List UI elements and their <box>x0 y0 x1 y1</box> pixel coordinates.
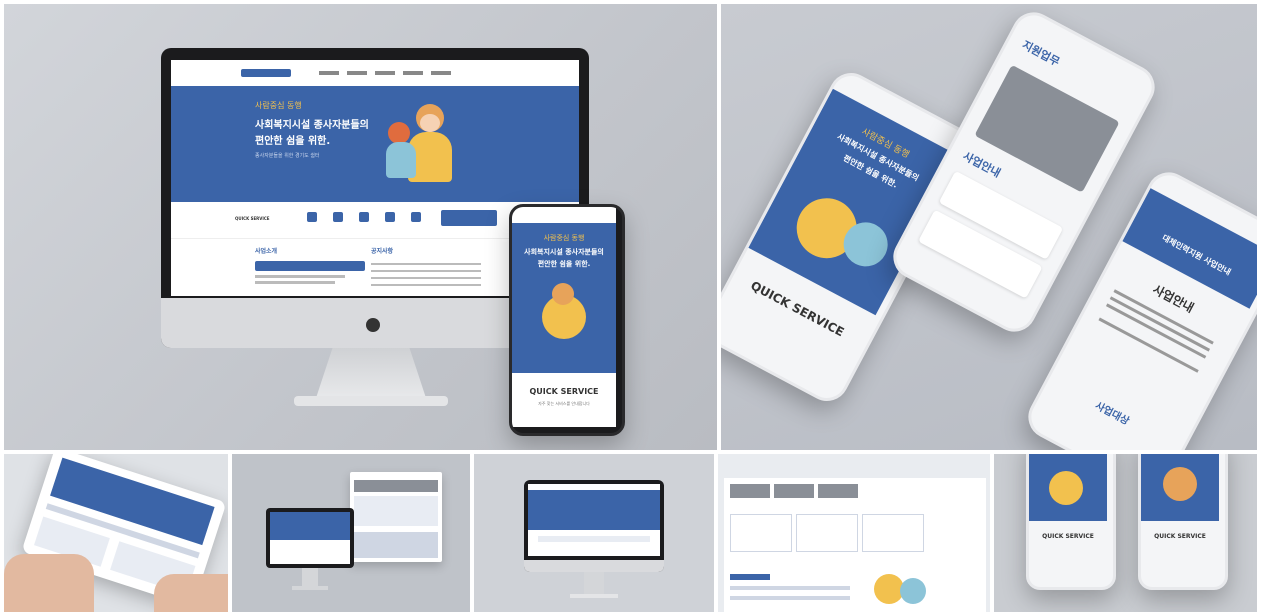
hero-banner: 사람중심 동행 사회복지시설 종사자분들의 편안한 쉼을 위한. 종사자분들을 … <box>171 86 579 202</box>
mockup-desktop-panel: 사람중심 동행 사회복지시설 종사자분들의 편안한 쉼을 위한. 종사자분들을 … <box>4 4 717 450</box>
nav-item[interactable] <box>403 71 423 75</box>
nav-item[interactable] <box>319 71 339 75</box>
section-title: 공지사항 <box>371 248 394 255</box>
nav-item[interactable] <box>347 71 367 75</box>
hand-illustration <box>4 554 94 612</box>
quick-icon[interactable] <box>411 212 421 222</box>
mockup-phones-panel: 사람중심 동행 사회복지시설 종사자분들의 편안한 쉼을 위한. QUICK S… <box>721 4 1257 450</box>
quick-icon[interactable] <box>359 212 369 222</box>
quick-icon[interactable] <box>307 212 317 222</box>
hero-slogan: 사람중심 동행 <box>255 101 302 110</box>
phone-mockup-front: 사람중심 동행 사회복지시설 종사자분들의 편안한 쉼을 위한. QUICK S… <box>509 204 625 436</box>
hero-headline-1: 사회복지시설 종사자분들의 <box>255 120 369 131</box>
mockup-two-phones: QUICK SERVICE QUICK SERVICE <box>994 454 1257 612</box>
mockup-page-detail <box>718 454 990 612</box>
nav-item[interactable] <box>375 71 395 75</box>
mini-quick-2: QUICK SERVICE <box>1154 533 1206 540</box>
quick-icon[interactable] <box>333 212 343 222</box>
quick-label: QUICK SERVICE <box>235 216 270 221</box>
mockup-devices-a <box>232 454 470 612</box>
section-business: 사업소개 <box>255 246 365 292</box>
phone-hero: 사람중심 동행 사회복지시설 종사자분들의 편안한 쉼을 위한. <box>512 223 616 373</box>
imac-stand <box>316 348 426 398</box>
quick-icon[interactable] <box>385 212 395 222</box>
hero-sub: 종사자분들을 위한 경기도 쉼터 <box>255 153 320 159</box>
apple-logo-icon <box>366 318 380 332</box>
quick-cta[interactable] <box>441 210 497 226</box>
site-nav <box>171 60 579 87</box>
phone3-footer-title: 사업대상 <box>1093 400 1131 428</box>
phone-quick-label: QUICK SERVICE <box>529 387 599 396</box>
phone2-title: 지원업무 <box>1019 38 1062 69</box>
hero-headline-2: 편안한 쉼을 위한. <box>255 136 331 147</box>
nav-item[interactable] <box>431 71 451 75</box>
mini-quick-1: QUICK SERVICE <box>1042 533 1094 540</box>
mockup-tablet-hand <box>4 454 228 612</box>
hero-illustration <box>386 96 466 196</box>
section-title: 사업소개 <box>255 248 278 255</box>
imac-foot <box>294 396 448 406</box>
section-notice: 공지사항 <box>371 246 501 292</box>
site-logo[interactable] <box>241 69 291 77</box>
mockup-imac-b <box>474 454 714 612</box>
